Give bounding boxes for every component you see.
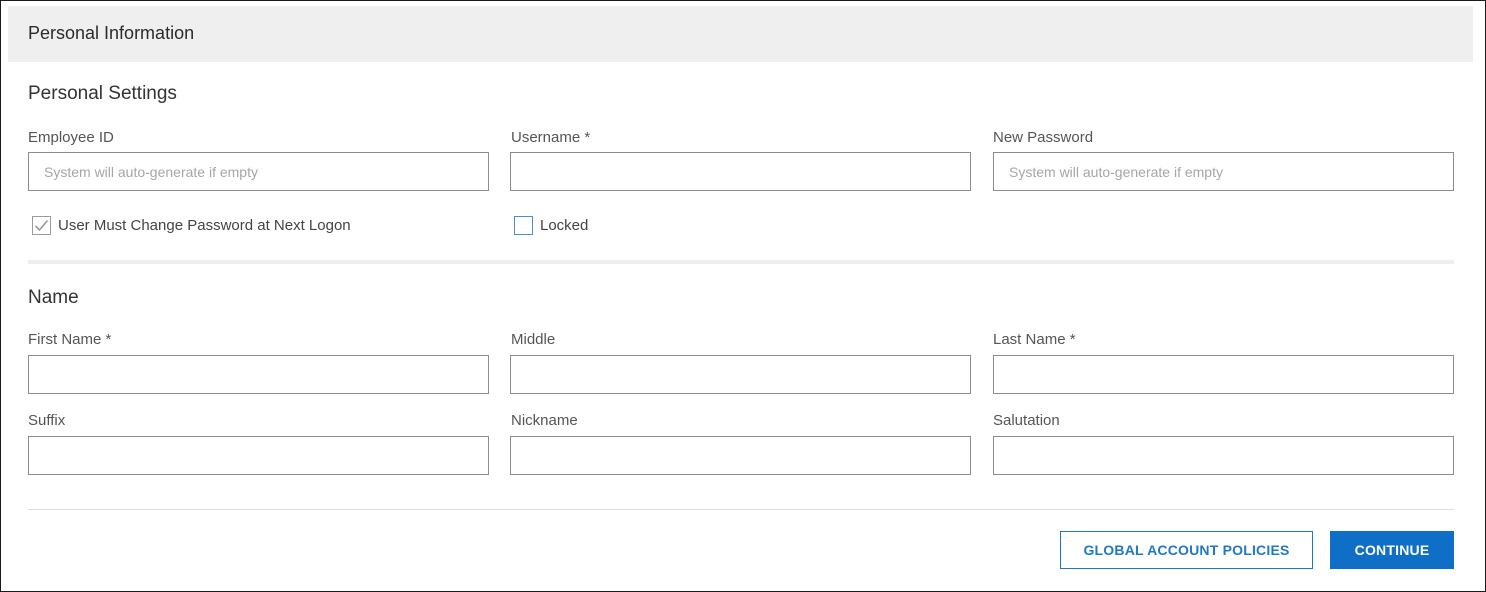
employee-id-input[interactable] — [28, 152, 489, 191]
username-input[interactable] — [510, 152, 971, 191]
must-change-password-checkbox[interactable] — [32, 215, 51, 235]
new-password-input[interactable] — [993, 152, 1454, 191]
section-divider — [28, 260, 1454, 264]
employee-id-label: Employee ID — [28, 129, 114, 146]
suffix-label: Suffix — [28, 412, 66, 429]
nickname-label: Nickname — [511, 412, 578, 429]
last-name-input[interactable] — [993, 355, 1454, 394]
must-change-password-option[interactable]: User Must Change Password at Next Logon — [32, 215, 351, 235]
name-section-title: Name — [28, 287, 79, 308]
nickname-input[interactable] — [510, 436, 971, 475]
checkmark-icon — [34, 219, 49, 231]
first-name-input[interactable] — [28, 355, 489, 394]
locked-label: Locked — [540, 216, 589, 234]
panel-header: Personal Information — [8, 6, 1473, 62]
salutation-input[interactable] — [993, 436, 1454, 475]
username-label: Username * — [511, 129, 591, 146]
locked-option[interactable]: Locked — [514, 215, 588, 235]
last-name-label: Last Name * — [993, 331, 1076, 348]
continue-button[interactable]: CONTINUE — [1330, 531, 1454, 569]
locked-checkbox[interactable] — [514, 215, 533, 235]
first-name-label: First Name * — [28, 331, 112, 348]
panel-title: Personal Information — [28, 23, 195, 43]
global-account-policies-button[interactable]: GLOBAL ACCOUNT POLICIES — [1060, 531, 1313, 569]
personal-settings-title: Personal Settings — [28, 83, 177, 104]
must-change-password-label: User Must Change Password at Next Logon — [58, 216, 351, 234]
middle-name-input[interactable] — [510, 355, 971, 394]
new-password-label: New Password — [993, 129, 1094, 146]
middle-name-label: Middle — [511, 331, 556, 348]
footer-divider — [28, 509, 1454, 510]
personal-information-panel: Personal Information Personal Settings E… — [0, 0, 1486, 592]
salutation-label: Salutation — [993, 412, 1060, 429]
suffix-input[interactable] — [28, 436, 489, 475]
